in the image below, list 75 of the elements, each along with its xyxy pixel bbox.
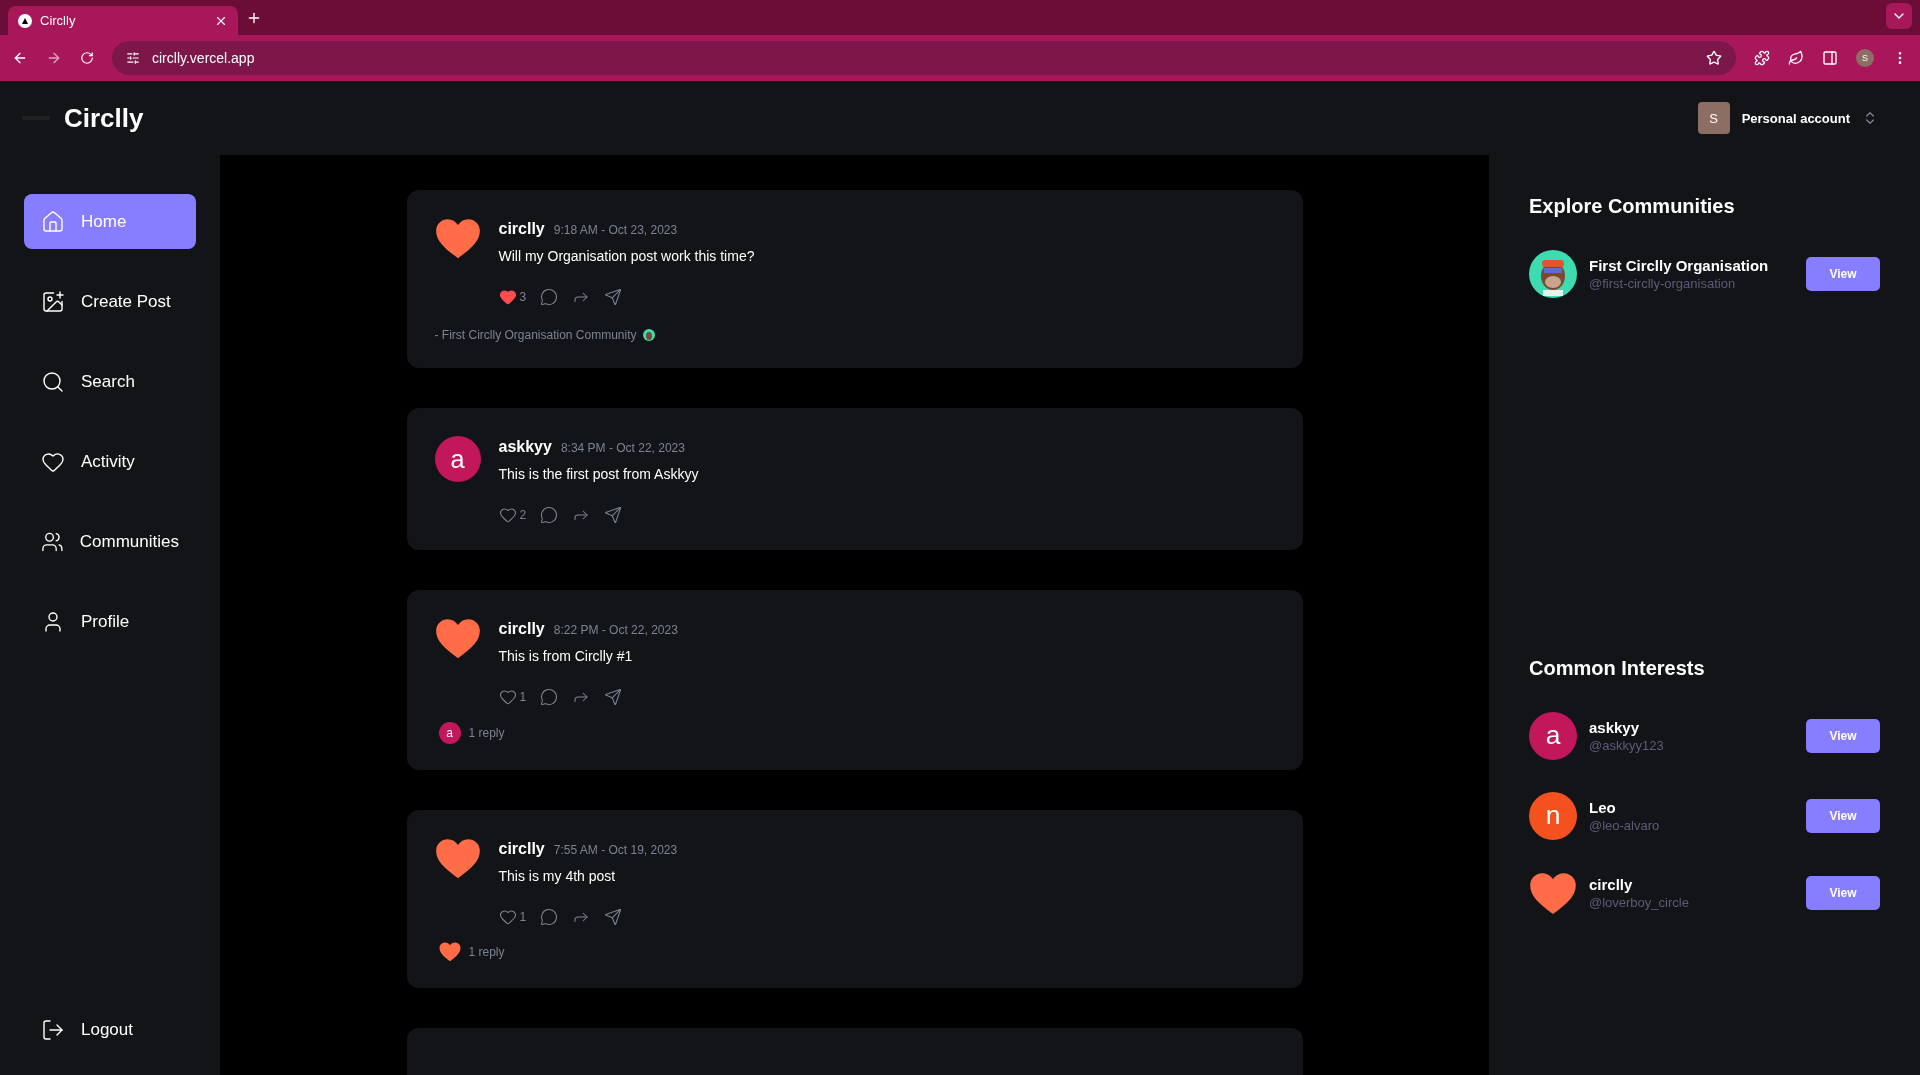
reply-count-link[interactable]: 1 reply [468, 726, 505, 740]
nav-item[interactable]: Activity [24, 434, 196, 489]
section-title: Common Interests [1529, 656, 1706, 680]
nav-item[interactable]: Search [24, 354, 196, 409]
favicon-icon [18, 13, 32, 28]
comment-icon[interactable] [540, 506, 559, 524]
app-logo[interactable]: Circlly [64, 102, 144, 134]
comment-icon[interactable] [540, 688, 559, 706]
post-time: 8:22 PM - Oct 22, 2023 [553, 623, 678, 637]
nav-item[interactable]: Profile [24, 594, 196, 649]
send-icon[interactable] [604, 288, 623, 306]
letter-avatar: a [434, 436, 481, 482]
post-author[interactable]: circlly [498, 620, 545, 638]
post-text: This is the first post from Askkyy [498, 466, 699, 482]
like-button[interactable]: 3 [498, 288, 527, 306]
post-time: 7:55 AM - Oct 19, 2023 [553, 843, 678, 857]
post-author[interactable]: circlly [498, 840, 545, 858]
address-bar[interactable]: circlly.vercel.app [112, 41, 1736, 75]
reload-icon[interactable] [80, 51, 94, 65]
account-switcher[interactable]: S Personal account [1697, 102, 1898, 134]
comment-icon[interactable] [540, 288, 559, 306]
home-icon [41, 209, 65, 234]
heart-avatar-icon [434, 618, 481, 660]
community-link[interactable]: - First Circlly Organisation Community [434, 328, 1275, 342]
send-icon[interactable] [604, 506, 623, 524]
logout-icon [41, 1017, 65, 1042]
user-handle: @askkyy123 [1589, 737, 1665, 753]
nav-item[interactable]: Communities [24, 514, 196, 569]
user-name: askkyy [1589, 718, 1641, 736]
tab-menu-icon[interactable] [1886, 2, 1912, 29]
side-panel-icon[interactable] [1822, 50, 1838, 66]
like-button[interactable]: 1 [498, 688, 527, 706]
user-handle: @leo-alvaro [1589, 817, 1661, 833]
post-text: This is my 4th post [498, 868, 617, 884]
community-avatar-icon [642, 329, 655, 341]
heart-avatar-icon [438, 942, 461, 962]
post-author[interactable]: circlly [498, 220, 545, 238]
forward-icon[interactable] [46, 50, 62, 66]
post-text: Will my Organisation post work this time? [498, 248, 755, 264]
user-name: Leo [1589, 798, 1617, 816]
reply-count-link[interactable]: 1 reply [468, 944, 505, 959]
heart-avatar-icon [434, 218, 481, 260]
section-title: Explore Communities [1529, 195, 1736, 218]
letter-avatar: a [438, 722, 461, 744]
account-avatar: S [1697, 102, 1730, 134]
user-handle: @loverboy_circle [1589, 895, 1690, 911]
post-time: 9:18 AM - Oct 23, 2023 [553, 223, 678, 237]
comment-icon[interactable] [540, 908, 559, 926]
like-button[interactable]: 1 [498, 908, 527, 926]
account-label: Personal account [1741, 110, 1850, 126]
letter-avatar: a [1529, 711, 1577, 760]
user-name: circlly [1589, 876, 1634, 894]
profile-avatar[interactable]: S [1856, 49, 1874, 67]
send-icon[interactable] [604, 908, 623, 926]
create-icon [41, 289, 65, 314]
browser-tab[interactable]: Circlly [8, 6, 238, 35]
post-text: This is from Circlly #1 [498, 648, 634, 664]
letter-avatar: n [1529, 791, 1577, 840]
community-name: First Circlly Organisation [1589, 257, 1770, 274]
post-time: 8:34 PM - Oct 22, 2023 [560, 441, 685, 455]
site-settings-icon[interactable] [126, 51, 140, 65]
leaf-icon[interactable] [1788, 50, 1804, 66]
logout-link[interactable]: Logout [24, 1002, 196, 1057]
heart-avatar-icon [434, 838, 481, 880]
extensions-icon[interactable] [1754, 50, 1770, 66]
community-handle: @first-circlly-organisation [1589, 276, 1737, 291]
bookmark-star-icon[interactable] [1706, 50, 1722, 66]
post-author[interactable]: askkyy [498, 438, 552, 456]
search-icon [41, 369, 65, 394]
send-icon[interactable] [604, 688, 623, 706]
monkey-avatar-drawing [1529, 250, 1577, 298]
back-icon[interactable] [12, 50, 28, 66]
nav-item[interactable]: Create Post [24, 274, 196, 329]
like-button[interactable]: 2 [498, 506, 527, 524]
heart-avatar-icon [1529, 871, 1577, 915]
